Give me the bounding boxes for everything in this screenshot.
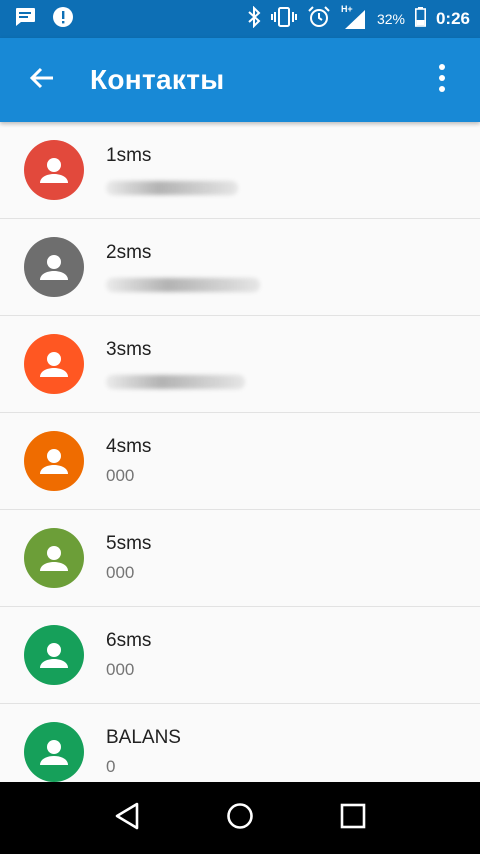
person-icon — [40, 352, 68, 377]
avatar — [24, 722, 84, 782]
contact-row[interactable]: 2sms — [0, 219, 480, 316]
nav-home-button[interactable] — [210, 788, 270, 848]
arrow-back-icon — [29, 66, 55, 95]
avatar — [24, 140, 84, 200]
contact-number: 000 — [106, 563, 135, 582]
contact-row[interactable]: 6sms 000 — [0, 607, 480, 704]
more-options-button[interactable] — [418, 50, 466, 110]
contact-text: 1sms — [106, 145, 238, 195]
contact-name: 6sms — [106, 630, 152, 651]
nav-back-icon — [113, 801, 141, 836]
back-button[interactable] — [12, 50, 72, 110]
contact-name: 3sms — [106, 339, 152, 360]
person-icon — [40, 449, 68, 474]
contact-name: 4sms — [106, 436, 152, 457]
alarm-icon — [307, 5, 331, 34]
contact-text: BALANS 0 — [106, 727, 181, 777]
contact-row[interactable]: BALANS 0 — [0, 704, 480, 782]
contact-row[interactable]: 3sms — [0, 316, 480, 413]
person-icon — [40, 546, 68, 571]
contact-text: 4sms 000 — [106, 436, 151, 486]
avatar — [24, 431, 84, 491]
contact-text: 3sms — [106, 339, 245, 389]
app-bar: Контакты — [0, 38, 480, 122]
bluetooth-icon — [247, 5, 261, 33]
contact-number: 0 — [106, 757, 116, 776]
page-title: Контакты — [90, 64, 225, 95]
contact-number-redacted — [106, 181, 238, 195]
contact-number: 000 — [106, 466, 135, 485]
avatar — [24, 237, 84, 297]
avatar — [24, 625, 84, 685]
nav-back-button[interactable] — [97, 788, 157, 848]
chat-notification-icon — [14, 7, 36, 32]
contact-number-redacted — [106, 278, 260, 292]
person-icon — [40, 643, 68, 668]
contact-row[interactable]: 4sms 000 — [0, 413, 480, 510]
vibrate-icon — [270, 6, 297, 33]
contact-number-redacted — [106, 375, 245, 389]
more-vert-icon — [438, 63, 446, 98]
clock: 0:26 — [435, 9, 470, 28]
person-icon — [40, 740, 68, 765]
nav-recents-button[interactable] — [323, 788, 383, 848]
contact-number: 000 — [106, 660, 135, 679]
person-icon — [40, 255, 68, 280]
battery-percent: 32% — [376, 11, 405, 27]
alert-icon — [52, 6, 74, 33]
person-icon — [40, 158, 68, 183]
battery-icon — [414, 6, 426, 32]
avatar — [24, 334, 84, 394]
nav-home-icon — [226, 802, 254, 835]
contact-list: 1sms 2sms 3sms 4sms 000 5sms 000 6sms 000 BALANS 0 — [0, 122, 480, 782]
contact-text: 2sms — [106, 242, 260, 292]
contact-row[interactable]: 1sms — [0, 122, 480, 219]
navigation-bar — [0, 782, 480, 854]
contact-name: 5sms — [106, 533, 152, 554]
signal-icon: H+ — [341, 4, 367, 30]
contact-name: 2sms — [106, 242, 152, 263]
status-bar: H+ 32% 0:26 — [0, 0, 480, 38]
contact-text: 5sms 000 — [106, 533, 151, 583]
nav-recents-icon — [340, 803, 366, 834]
contact-row[interactable]: 5sms 000 — [0, 510, 480, 607]
contact-text: 6sms 000 — [106, 630, 151, 680]
avatar — [24, 528, 84, 588]
contact-name: BALANS — [106, 727, 181, 748]
contact-name: 1sms — [106, 145, 152, 166]
